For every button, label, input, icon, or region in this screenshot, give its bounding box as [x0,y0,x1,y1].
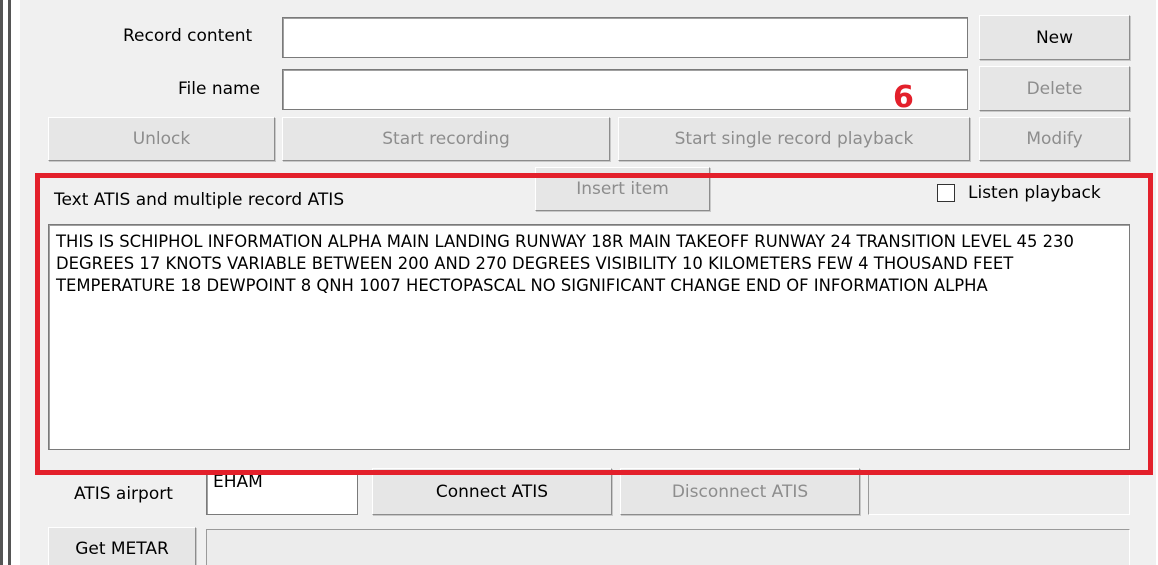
unlock-button[interactable]: Unlock [48,117,275,161]
metar-field [206,529,1130,565]
connect-atis-button[interactable]: Connect ATIS [372,468,612,515]
start-single-record-playback-button[interactable]: Start single record playback [618,117,970,161]
atis-section-title: Text ATIS and multiple record ATIS [54,190,345,210]
record-content-input[interactable] [282,17,968,58]
file-name-input[interactable] [282,69,968,110]
record-content-label: Record content [123,26,253,46]
atis-airport-input[interactable]: EHAM [206,470,358,515]
atis-status-field [868,470,1130,515]
new-button[interactable]: New [979,15,1130,60]
delete-button[interactable]: Delete [979,66,1130,111]
window-border-left [0,0,3,565]
listen-playback-label: Listen playback [968,183,1101,203]
atis-text-area[interactable]: THIS IS SCHIPHOL INFORMATION ALPHA MAIN … [48,224,1130,450]
annotation-number: 6 [893,80,914,115]
atis-recorder-window: Record content New File name Delete Unlo… [0,0,1158,565]
window-border-inner [8,0,11,565]
start-recording-button[interactable]: Start recording [282,117,610,161]
get-metar-button[interactable]: Get METAR [48,527,196,565]
modify-button[interactable]: Modify [979,117,1130,161]
atis-airport-label: ATIS airport [74,484,173,504]
file-name-label: File name [178,79,261,99]
insert-item-button[interactable]: Insert item [535,167,710,211]
disconnect-atis-button[interactable]: Disconnect ATIS [620,468,860,515]
listen-playback-checkbox[interactable] [937,184,955,202]
